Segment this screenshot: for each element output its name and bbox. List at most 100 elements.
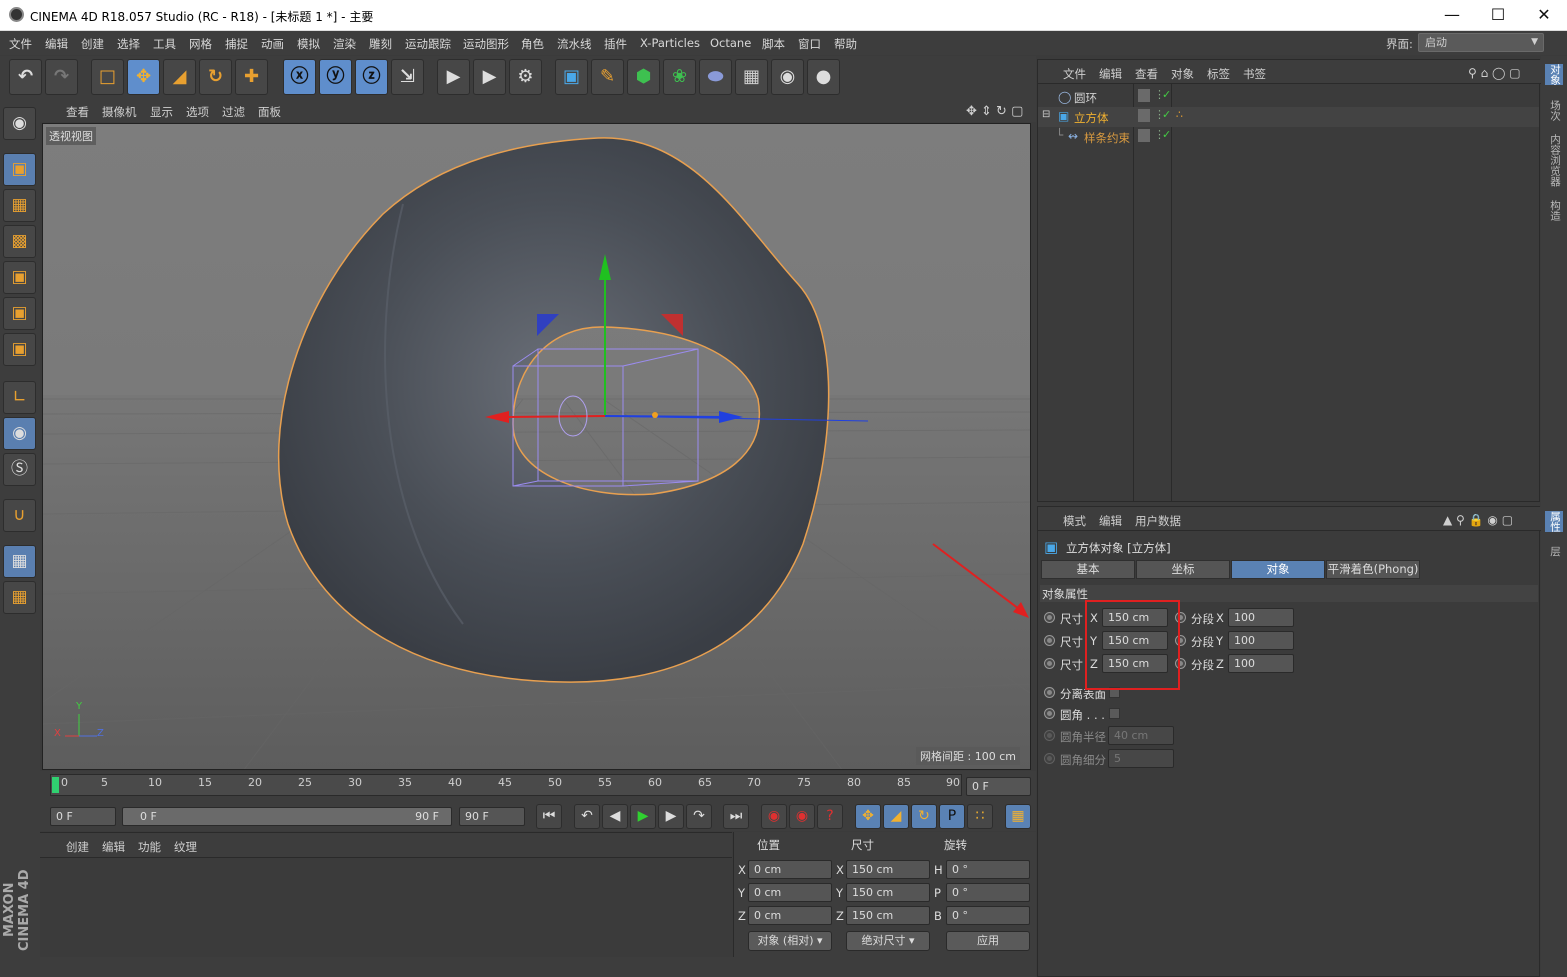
key-parameter-button[interactable]: P: [939, 804, 965, 829]
polygons-mode-button[interactable]: ▣: [3, 333, 36, 366]
magnet-button[interactable]: ∪: [3, 499, 36, 532]
pen-spline-button[interactable]: ✎: [591, 59, 624, 95]
vtab-layers[interactable]: 层: [1545, 546, 1563, 557]
size-z-field[interactable]: 150 cm: [846, 906, 930, 925]
light-button[interactable]: ●: [807, 59, 840, 95]
start-frame-field[interactable]: 0 F: [50, 807, 116, 826]
tweak-mode-button[interactable]: ◉: [3, 417, 36, 450]
vtab-objects[interactable]: 对象: [1545, 64, 1563, 85]
attr-menu-edit[interactable]: 编辑: [1099, 513, 1122, 529]
object-menu-bookmarks[interactable]: 书签: [1243, 66, 1266, 82]
material-menu-function[interactable]: 功能: [138, 839, 161, 855]
layer-icon[interactable]: [1138, 89, 1150, 102]
rot-p-field[interactable]: 0 °: [946, 883, 1030, 902]
goto-end-button[interactable]: ⏭: [723, 804, 749, 829]
menu-file[interactable]: 文件: [9, 36, 32, 52]
anim-radio-size-z[interactable]: [1044, 658, 1055, 669]
texture-mode-button[interactable]: ▦: [3, 189, 36, 222]
viewport-menu-view[interactable]: 查看: [66, 104, 89, 120]
close-button[interactable]: ✕: [1521, 0, 1567, 31]
range-slider[interactable]: 0 F 90 F: [122, 807, 452, 826]
render-view-button[interactable]: ▶: [437, 59, 470, 95]
object-name-cube[interactable]: 立方体: [1074, 110, 1109, 126]
render-settings-button[interactable]: ⚙: [509, 59, 542, 95]
menu-octane[interactable]: Octane: [710, 36, 751, 50]
key-scale-button[interactable]: ◢: [883, 804, 909, 829]
rotate-tool-button[interactable]: ↻: [199, 59, 232, 95]
snapping-button[interactable]: Ⓢ: [3, 453, 36, 486]
size-y-field[interactable]: 150 cm: [846, 883, 930, 902]
perspective-viewport[interactable]: 透视视图 Y X Z 网格间距 : 100 cm: [42, 123, 1031, 770]
menu-window[interactable]: 窗口: [798, 36, 821, 52]
key-selection-button[interactable]: ?: [817, 804, 843, 829]
material-menu-texture[interactable]: 纹理: [174, 839, 197, 855]
vtab-takes[interactable]: 场次: [1545, 100, 1563, 121]
anim-radio-size-x[interactable]: [1044, 612, 1055, 623]
move-tool-button[interactable]: ✥: [127, 59, 160, 95]
minimize-button[interactable]: —: [1429, 0, 1475, 31]
vtab-content-browser[interactable]: 内容浏览器: [1545, 134, 1563, 187]
cube-seg-z-field[interactable]: 100: [1228, 654, 1294, 673]
goto-start-button[interactable]: ⏮: [536, 804, 562, 829]
menu-simulate[interactable]: 模拟: [297, 36, 320, 52]
object-menu-view[interactable]: 查看: [1135, 66, 1158, 82]
vtab-structure[interactable]: 构造: [1545, 200, 1563, 221]
cube-seg-y-field[interactable]: 100: [1228, 631, 1294, 650]
layer-icon[interactable]: [1138, 109, 1150, 122]
subdivision-button[interactable]: ⬢: [627, 59, 660, 95]
enabled-check-icon[interactable]: ✓: [1162, 128, 1171, 141]
object-menu-edit[interactable]: 编辑: [1099, 66, 1122, 82]
anim-radio-size-y[interactable]: [1044, 635, 1055, 646]
anim-radio-separate[interactable]: [1044, 687, 1055, 698]
key-rotation-button[interactable]: ↻: [911, 804, 937, 829]
menu-snap[interactable]: 捕捉: [225, 36, 248, 52]
object-menu-tags[interactable]: 标签: [1207, 66, 1230, 82]
object-name-torus[interactable]: 圆环: [1074, 90, 1097, 106]
menu-x-particles[interactable]: X-Particles: [640, 36, 700, 50]
menu-script[interactable]: 脚本: [762, 36, 785, 52]
menu-sculpt[interactable]: 雕刻: [369, 36, 392, 52]
menu-create[interactable]: 创建: [81, 36, 104, 52]
menu-pipeline[interactable]: 流水线: [557, 36, 592, 52]
scale-tool-button[interactable]: ◢: [163, 59, 196, 95]
coordinate-system-button[interactable]: ⇲: [391, 59, 424, 95]
undo-button[interactable]: ↶: [9, 59, 42, 95]
render-picture-viewer-button[interactable]: ▶: [473, 59, 506, 95]
menu-motion-tracking[interactable]: 运动跟踪: [405, 36, 451, 52]
anim-radio-fillet[interactable]: [1044, 708, 1055, 719]
key-position-button[interactable]: ✥: [855, 804, 881, 829]
viewport-menu-panel[interactable]: 面板: [258, 104, 281, 120]
enabled-check-icon[interactable]: ✓: [1162, 108, 1171, 121]
attr-menu-mode[interactable]: 模式: [1063, 513, 1086, 529]
menu-tools[interactable]: 工具: [153, 36, 176, 52]
y-axis-lock-button[interactable]: ⓨ: [319, 59, 352, 95]
z-axis-lock-button[interactable]: ⓩ: [355, 59, 388, 95]
cube-seg-x-field[interactable]: 100: [1228, 608, 1294, 627]
material-manager[interactable]: 创建 编辑 功能 纹理: [40, 832, 732, 977]
rot-b-field[interactable]: 0 °: [946, 906, 1030, 925]
spline-wrap-tag-icon[interactable]: ∴: [1176, 108, 1183, 121]
apply-button[interactable]: 应用: [946, 931, 1030, 951]
live-selection-button[interactable]: □: [91, 59, 124, 95]
make-editable-button[interactable]: ◉: [3, 107, 36, 140]
deformer-button[interactable]: ⬬: [699, 59, 732, 95]
rot-h-field[interactable]: 0 °: [946, 860, 1030, 879]
pos-z-field[interactable]: 0 cm: [748, 906, 832, 925]
viewport-camera-label[interactable]: 透视视图: [46, 127, 96, 145]
cube-object-button[interactable]: ▣: [555, 59, 588, 95]
menu-select[interactable]: 选择: [117, 36, 140, 52]
camera-button[interactable]: ◉: [771, 59, 804, 95]
record-key-button[interactable]: ◉: [761, 804, 787, 829]
tab-phong[interactable]: 平滑着色(Phong): [1326, 560, 1420, 579]
workplane-lock-button[interactable]: ▦: [3, 545, 36, 578]
attr-menu-user-data[interactable]: 用户数据: [1135, 513, 1181, 529]
cloner-button[interactable]: ❀: [663, 59, 696, 95]
end-frame-field[interactable]: 90 F: [459, 807, 525, 826]
axis-mode-button[interactable]: ∟: [3, 381, 36, 414]
menu-plugins[interactable]: 插件: [604, 36, 627, 52]
timeline-window-button[interactable]: ▦: [1005, 804, 1031, 829]
vtab-attributes[interactable]: 属性: [1545, 511, 1563, 532]
next-frame-button[interactable]: ▶: [658, 804, 684, 829]
prev-frame-button[interactable]: ◀: [602, 804, 628, 829]
menu-character[interactable]: 角色: [521, 36, 544, 52]
